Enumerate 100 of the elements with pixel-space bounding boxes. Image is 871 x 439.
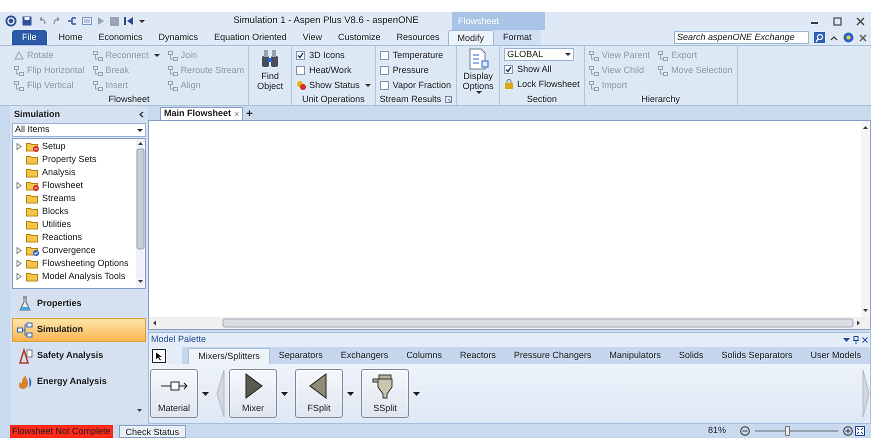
vertical-scrollbar[interactable]	[136, 139, 145, 288]
palette-tab[interactable]: Pressure Changers	[504, 348, 600, 364]
vertical-scrollbar[interactable]	[861, 121, 870, 317]
expand-icon[interactable]	[16, 273, 22, 280]
expand-icon[interactable]	[16, 247, 22, 254]
palette-tab[interactable]: Mixers/Splitters	[188, 348, 270, 364]
diagram-icon	[658, 66, 668, 76]
close-icon[interactable]	[859, 34, 867, 42]
ribbon-tab[interactable]: Resources	[388, 30, 448, 45]
close-icon[interactable]	[862, 336, 868, 342]
tree-item[interactable]: Streams	[42, 192, 76, 206]
nav-button[interactable]: Properties	[12, 292, 146, 316]
caret-icon[interactable]	[413, 392, 420, 396]
palette-tab[interactable]: User Models	[801, 348, 870, 364]
tree-item[interactable]: Convergence	[42, 244, 96, 258]
caret-icon[interactable]	[281, 392, 288, 396]
caret-icon[interactable]	[843, 338, 850, 342]
rewind-icon[interactable]	[124, 16, 134, 26]
checkbox[interactable]	[296, 51, 306, 60]
caret-icon[interactable]	[139, 20, 145, 22]
close-icon[interactable]	[856, 16, 865, 26]
tree-item[interactable]: Analysis	[42, 166, 76, 180]
large-button[interactable]: Find Object	[253, 48, 288, 91]
palette-block[interactable]: Material	[150, 369, 198, 418]
tree-item[interactable]: Blocks	[42, 204, 69, 218]
help-icon[interactable]	[843, 32, 854, 43]
checkbox[interactable]	[380, 81, 389, 90]
tree-item[interactable]: Model Analysis Tools	[42, 270, 126, 284]
expand-icon[interactable]	[16, 260, 22, 267]
redo-icon[interactable]	[52, 17, 62, 25]
checkbox-label: Vapor Fraction	[392, 78, 451, 92]
palette-tab[interactable]: Exchangers	[332, 348, 398, 364]
ribbon-tab[interactable]: File	[12, 30, 47, 45]
tree-item[interactable]: Property Sets	[42, 152, 97, 166]
ribbon-tab[interactable]: Modify	[448, 30, 494, 45]
collapse-ribbon-icon[interactable]	[830, 34, 838, 40]
undo-icon[interactable]	[37, 17, 47, 25]
padlock-icon	[504, 79, 514, 90]
large-button[interactable]: Display Options	[461, 48, 496, 94]
palette-tab[interactable]: Separators	[270, 348, 332, 364]
section-dropdown[interactable]: GLOBAL	[504, 48, 574, 61]
ribbon-tab[interactable]: Home	[50, 30, 91, 45]
palette-tab[interactable]: Manipulators	[600, 348, 670, 364]
checkbox[interactable]	[380, 51, 389, 60]
app-icon[interactable]	[5, 15, 17, 27]
ribbon-tab[interactable]: Dynamics	[150, 30, 206, 45]
tree-item[interactable]: Flowsheeting Options	[42, 256, 129, 270]
pin-icon[interactable]	[853, 336, 859, 344]
ribbon-tab[interactable]: Equation Oriented	[206, 30, 295, 45]
zoom-in-icon[interactable]	[843, 426, 853, 436]
launcher-icon[interactable]	[445, 96, 452, 103]
checkbox[interactable]	[296, 66, 306, 75]
check-status-button[interactable]: Check Status	[118, 424, 186, 438]
nav-button[interactable]: Safety Analysis	[12, 344, 146, 368]
tree-item[interactable]: Utilities	[42, 218, 72, 232]
caret-icon[interactable]	[347, 392, 354, 396]
ribbon-tab[interactable]: Format	[494, 30, 541, 45]
collapse-icon[interactable]	[139, 111, 144, 118]
zoom-fit-icon[interactable]	[855, 426, 865, 436]
floppy-icon[interactable]	[22, 16, 32, 26]
search-icon[interactable]	[814, 32, 825, 43]
palette-tab[interactable]: Columns	[397, 348, 451, 364]
document-tab[interactable]: Main Flowsheet ×	[160, 107, 244, 120]
nav-button[interactable]: Simulation	[12, 318, 146, 342]
tab-close-button[interactable]: ×	[234, 110, 240, 118]
palette-block[interactable]: SSplit	[361, 369, 409, 418]
pointer-tool[interactable]	[152, 349, 166, 363]
palette-tab[interactable]: Solids	[670, 348, 712, 364]
tree-item[interactable]: Setup	[42, 140, 66, 154]
zoom-slider[interactable]	[755, 426, 838, 436]
document-tab-label[interactable]: Main Flowsheet	[164, 107, 232, 121]
search-field[interactable]: Search aspenONE Exchange	[674, 31, 809, 44]
horizontal-scrollbar[interactable]	[149, 317, 870, 329]
flame-icon	[17, 374, 33, 390]
diagram-icon	[168, 80, 178, 90]
maximize-icon[interactable]	[833, 16, 842, 26]
palette-block[interactable]: FSplit	[295, 369, 343, 418]
tree-item[interactable]: Flowsheet	[42, 178, 84, 192]
expand-icon[interactable]	[16, 143, 22, 150]
ribbon-command[interactable]: Lock Flowsheet	[504, 77, 580, 92]
zoom-out-icon[interactable]	[740, 426, 750, 436]
palette-tab[interactable]: Reactors	[450, 348, 505, 364]
checkbox[interactable]	[380, 66, 389, 75]
ribbon-command[interactable]: Show Status	[296, 78, 371, 93]
palette-tab[interactable]: Solids Separators	[712, 348, 802, 364]
tree-item[interactable]: Reactions	[42, 230, 82, 244]
caret-icon[interactable]	[202, 392, 209, 396]
new-tab-button[interactable]: +	[246, 108, 253, 120]
configure-icon[interactable]	[137, 409, 142, 412]
flow-icon[interactable]	[67, 16, 77, 26]
slider-thumb[interactable]	[785, 426, 790, 436]
nav-button[interactable]: Energy Analysis	[12, 370, 146, 394]
filter-dropdown[interactable]: All Items	[12, 123, 146, 137]
checkmark-icon	[297, 52, 304, 59]
ribbon-tab[interactable]: Economics	[90, 30, 151, 45]
checkbox[interactable]	[504, 65, 514, 74]
ribbon-tab[interactable]: Customize	[330, 30, 388, 45]
ribbon-tab[interactable]: View	[294, 30, 330, 45]
palette-block[interactable]: Mixer	[229, 369, 277, 418]
expand-icon[interactable]	[16, 182, 22, 189]
